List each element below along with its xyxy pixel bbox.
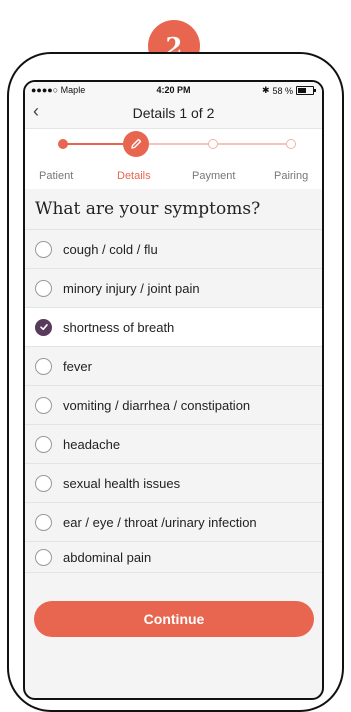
radio-button[interactable] [35,240,52,258]
battery-icon [296,86,316,95]
symptom-option-label: sexual health issues [63,475,181,491]
symptom-option[interactable]: sexual health issues [25,464,322,503]
radio-button[interactable] [35,435,52,453]
symptom-option[interactable]: fever [25,347,322,386]
nav-bar: ‹ Details 1 of 2 [25,98,322,129]
continue-button[interactable]: Continue [34,601,314,637]
symptom-option[interactable]: cough / cold / flu [25,230,322,269]
step-label-details: Details [117,170,151,182]
step-label-pairing: Pairing [274,170,309,182]
symptom-option-label: ear / eye / throat /urinary infection [63,514,257,530]
radio-button-checked[interactable] [35,318,52,336]
symptom-option-label: vomiting / diarrhea / constipation [63,397,251,413]
step-patient-dot [58,139,68,149]
step-pairing-dot [286,139,296,149]
progress-stepper: Patient Details Payment Pairing [25,129,322,189]
bluetooth-icon: ✱ [261,85,270,95]
step-payment-dot [208,139,218,149]
question-heading: What are your symptoms? [25,189,322,230]
step-label-patient: Patient [39,170,74,182]
radio-button[interactable] [35,279,52,297]
radio-button[interactable] [35,357,52,375]
symptom-option-label: fever [63,358,92,374]
phone-screen: ●●●●○ Maple 4:20 PM ✱ 58 % ‹ Details 1 o… [23,80,324,700]
symptom-option-label: headache [63,436,121,452]
pencil-icon [131,138,142,149]
radio-button[interactable] [35,396,52,414]
symptom-option[interactable]: ear / eye / throat /urinary infection [25,503,322,542]
radio-button[interactable] [35,548,52,566]
page-title: Details 1 of 2 [132,105,215,121]
battery-percent: 58 % [272,85,293,96]
symptom-option-label: cough / cold / flu [63,241,158,257]
symptom-option[interactable]: vomiting / diarrhea / constipation [25,386,322,425]
symptom-option-selected[interactable]: shortness of breath [25,308,322,347]
checkmark-icon [39,324,48,331]
symptom-option[interactable]: abdominal pain [25,542,322,573]
radio-button[interactable] [35,474,52,492]
status-bar: ●●●●○ Maple 4:20 PM ✱ 58 % [25,82,322,98]
symptom-option[interactable]: headache [25,425,322,464]
symptom-option-label: shortness of breath [63,319,175,335]
step-details-dot [123,131,149,157]
symptom-option-label: minory injury / joint pain [63,280,200,296]
symptom-option[interactable]: minory injury / joint pain [25,269,322,308]
radio-button[interactable] [35,513,52,531]
symptom-option-label: abdominal pain [63,549,152,565]
step-label-payment: Payment [192,170,236,182]
status-right: ✱ 58 % [261,85,316,96]
